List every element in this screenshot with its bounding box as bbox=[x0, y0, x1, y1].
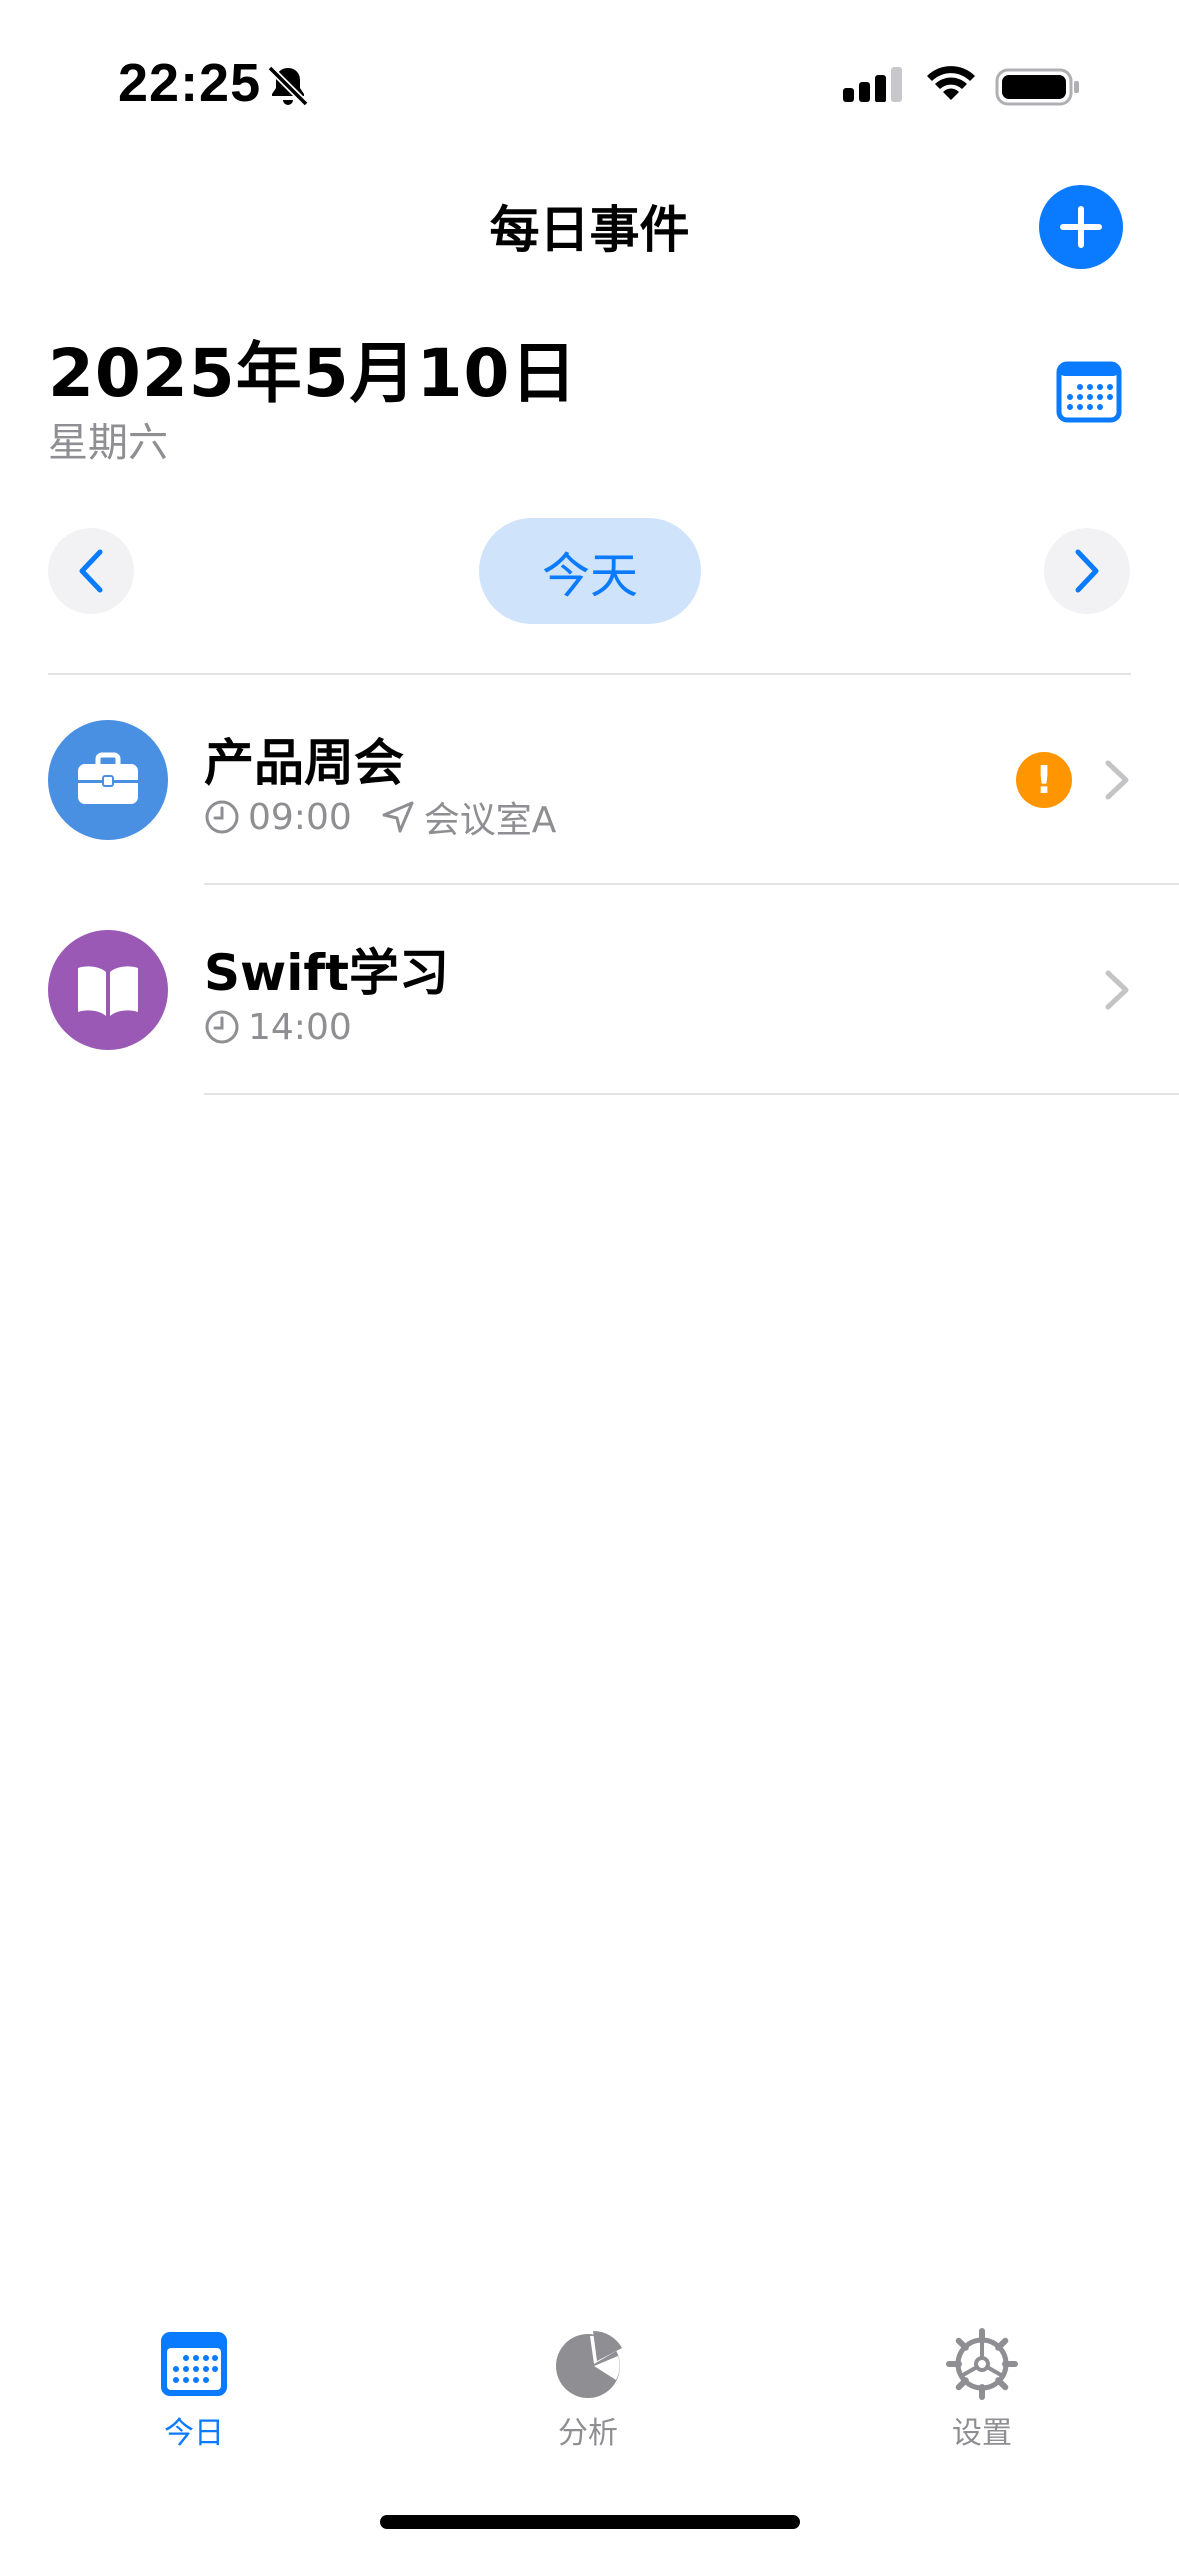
next-day-button[interactable] bbox=[1044, 528, 1130, 614]
event-time: 09:00 bbox=[248, 796, 352, 838]
location-arrow-icon bbox=[382, 801, 414, 833]
event-icon-circle bbox=[48, 930, 168, 1050]
tab-label: 设置 bbox=[952, 2416, 1012, 2451]
bell-off-icon bbox=[267, 65, 309, 107]
calendar-icon bbox=[161, 2332, 227, 2396]
status-time: 22:25 bbox=[118, 53, 262, 113]
screen: 22:25 每日事件 2025年5月10日 星期六 今天 产品周会 09:00 … bbox=[0, 0, 1179, 2556]
book-icon bbox=[78, 966, 138, 1016]
wifi-icon bbox=[927, 66, 975, 100]
row-divider bbox=[204, 1093, 1179, 1095]
briefcase-icon bbox=[78, 752, 138, 804]
battery-icon bbox=[995, 68, 1079, 106]
pie-chart-icon bbox=[556, 2330, 622, 2398]
today-button[interactable]: 今天 bbox=[479, 518, 701, 624]
add-event-button[interactable] bbox=[1039, 185, 1123, 269]
event-title: 产品周会 bbox=[204, 734, 404, 792]
cellular-signal-icon bbox=[843, 67, 902, 102]
tab-label: 今日 bbox=[164, 2416, 224, 2451]
previous-day-button[interactable] bbox=[48, 528, 134, 614]
event-title: Swift学习 bbox=[204, 944, 449, 1002]
chevron-right-icon bbox=[1105, 760, 1129, 800]
tab-today[interactable]: 今日 bbox=[114, 2328, 274, 2468]
tab-settings[interactable]: 设置 bbox=[902, 2328, 1062, 2468]
status-bar: 22:25 bbox=[0, 0, 1179, 170]
chevron-right-icon bbox=[1105, 970, 1129, 1010]
tab-bar: 今日 分析 设置 bbox=[0, 2300, 1179, 2480]
event-row[interactable]: Swift学习 14:00 bbox=[0, 885, 1179, 1095]
page-title: 每日事件 bbox=[489, 201, 690, 259]
home-indicator[interactable] bbox=[380, 2515, 800, 2529]
calendar-icon[interactable] bbox=[1056, 360, 1122, 424]
weekday-label: 星期六 bbox=[48, 420, 168, 466]
event-meta: 14:00 bbox=[204, 1003, 380, 1051]
event-row[interactable]: 产品周会 09:00 会议室A ! bbox=[0, 675, 1179, 885]
event-time: 14:00 bbox=[248, 1006, 352, 1048]
tab-analysis[interactable]: 分析 bbox=[508, 2328, 668, 2468]
event-meta: 09:00 会议室A bbox=[204, 793, 584, 841]
event-location: 会议室A bbox=[423, 800, 557, 841]
tab-label: 分析 bbox=[558, 2416, 618, 2451]
clock-icon bbox=[205, 1010, 239, 1044]
clock-icon bbox=[205, 800, 239, 834]
plus-icon bbox=[1060, 206, 1102, 248]
gear-icon bbox=[946, 2328, 1018, 2400]
chevron-right-icon bbox=[1075, 549, 1099, 593]
chevron-left-icon bbox=[79, 549, 103, 593]
selected-date: 2025年5月10日 bbox=[48, 335, 578, 412]
warning-badge: ! bbox=[1016, 752, 1072, 808]
event-icon-circle bbox=[48, 720, 168, 840]
